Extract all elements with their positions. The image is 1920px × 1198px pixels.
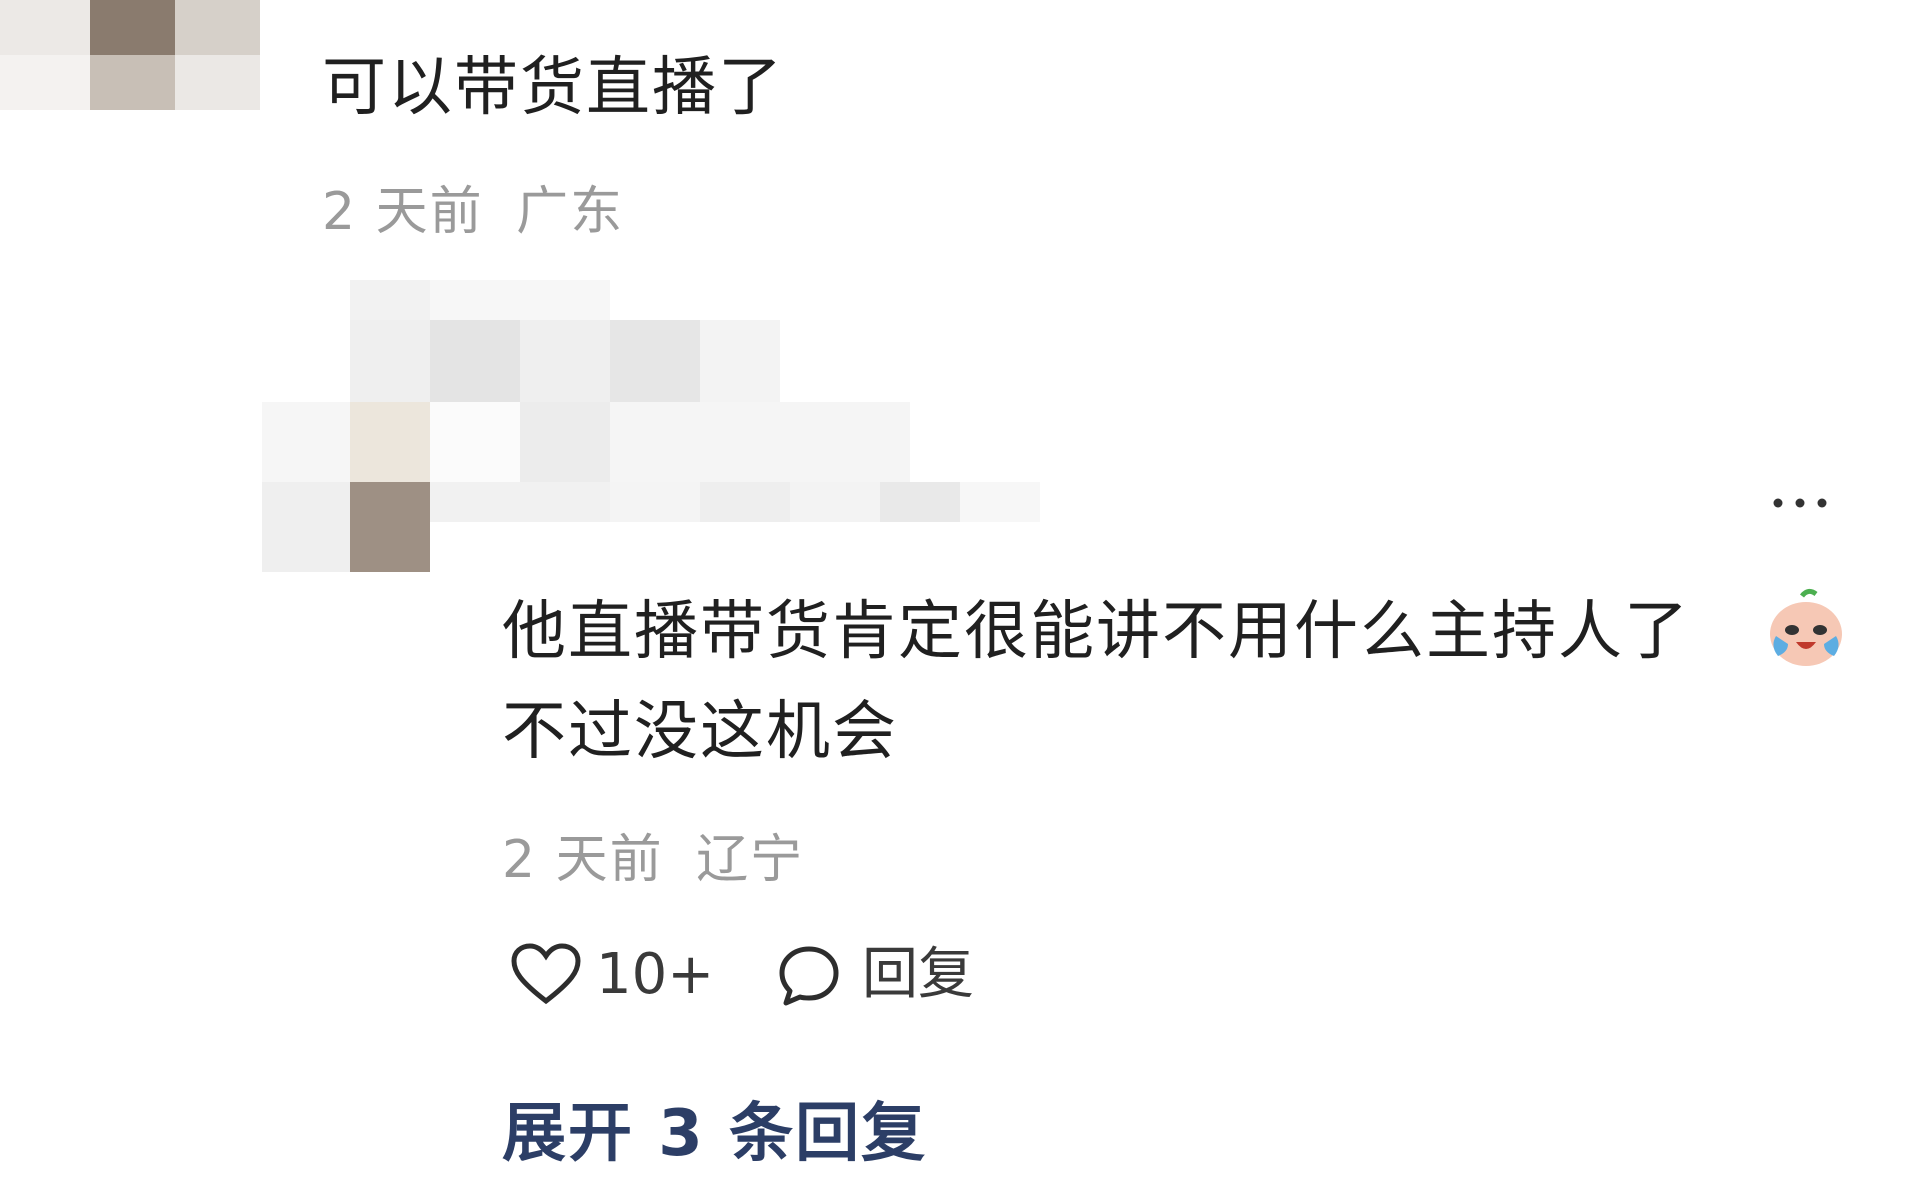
like-button[interactable]: 10+ [510, 940, 714, 1010]
comment-location: 广东 [516, 182, 625, 242]
reply-meta: 2 天前 辽宁 [502, 830, 804, 890]
comment-time: 2 天前 [322, 182, 484, 242]
expand-replies-link[interactable]: 展开 3 条回复 [502, 1098, 927, 1170]
comment-meta: 2 天前 广东 [322, 182, 624, 242]
avatar-comment1[interactable] [0, 0, 300, 110]
reply-button[interactable]: 回复 [776, 940, 974, 1010]
comment-bubble-icon [779, 946, 839, 1006]
reply-text-line2: 不过没这机会 [502, 695, 898, 769]
crying-laughing-emoji-icon [1762, 584, 1850, 672]
reply-text: 他直播带货肯定很能讲不用什么主持人了 [502, 595, 1690, 669]
heart-icon [511, 943, 581, 1005]
more-options-button[interactable] [1768, 488, 1832, 518]
reply-location: 辽宁 [696, 830, 805, 890]
comment-text: 可以带货直播了 [322, 51, 784, 125]
reply-time: 2 天前 [502, 830, 664, 890]
avatar-reply1[interactable] [262, 280, 1062, 580]
reply-text-line1: 他直播带货肯定很能讲不用什么主持人了 [502, 592, 1690, 672]
reply-label: 回复 [862, 942, 974, 1007]
like-count: 10+ [596, 942, 715, 1007]
more-dots-icon [1773, 498, 1827, 508]
